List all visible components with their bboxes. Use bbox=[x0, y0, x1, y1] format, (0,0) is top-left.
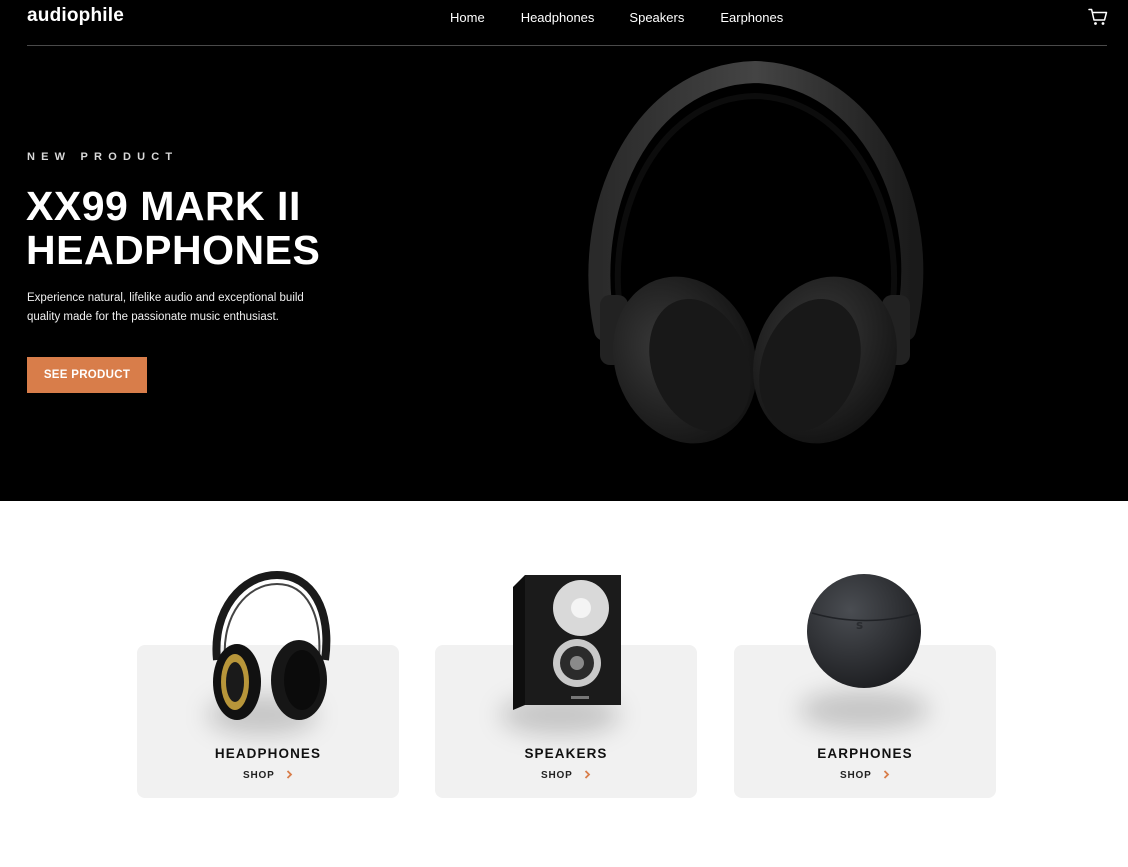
main-nav: Home Headphones Speakers Earphones bbox=[450, 10, 783, 25]
category-title: EARPHONES bbox=[817, 746, 913, 761]
cart-icon[interactable] bbox=[1088, 8, 1108, 26]
hero-title: XX99 MARK II HEADPHONES bbox=[26, 183, 321, 273]
shop-link[interactable]: SHOP bbox=[734, 770, 996, 781]
headphones-hero-image bbox=[588, 60, 924, 444]
hero-section: audiophile Home Headphones Speakers Earp… bbox=[0, 0, 1128, 501]
chevron-right-icon bbox=[286, 770, 293, 779]
nav-earphones[interactable]: Earphones bbox=[720, 10, 783, 25]
nav-headphones[interactable]: Headphones bbox=[521, 10, 595, 25]
hero-eyebrow: NEW PRODUCT bbox=[27, 151, 179, 163]
logo[interactable]: audiophile bbox=[27, 5, 124, 27]
category-title: SPEAKERS bbox=[524, 746, 608, 761]
nav-home[interactable]: Home bbox=[450, 10, 485, 25]
headphones-thumbnail bbox=[212, 570, 331, 720]
chevron-right-icon bbox=[584, 770, 591, 779]
category-title: HEADPHONES bbox=[214, 746, 322, 761]
header-divider bbox=[27, 45, 1107, 46]
svg-text:s: s bbox=[856, 618, 863, 632]
site-header: audiophile Home Headphones Speakers Earp… bbox=[0, 0, 1128, 46]
nav-speakers[interactable]: Speakers bbox=[629, 10, 684, 25]
hero-description: Experience natural, lifelike audio and e… bbox=[27, 292, 304, 323]
shop-link[interactable]: SHOP bbox=[137, 770, 399, 781]
speaker-thumbnail bbox=[513, 575, 621, 710]
shop-link-label: SHOP bbox=[840, 770, 872, 781]
shop-link[interactable]: SHOP bbox=[435, 770, 697, 781]
category-card-earphones[interactable]: s EARPHONES SHOP bbox=[734, 574, 996, 798]
see-product-button[interactable]: SEE PRODUCT bbox=[27, 357, 147, 393]
product-shadow bbox=[799, 690, 929, 730]
chevron-right-icon bbox=[883, 770, 890, 779]
shop-link-label: SHOP bbox=[243, 770, 275, 781]
category-card-speakers[interactable]: SPEAKERS SHOP bbox=[435, 575, 697, 798]
category-card-headphones[interactable]: HEADPHONES SHOP bbox=[137, 570, 399, 798]
earphones-case-thumbnail: s bbox=[807, 574, 921, 688]
shop-link-label: SHOP bbox=[541, 770, 573, 781]
